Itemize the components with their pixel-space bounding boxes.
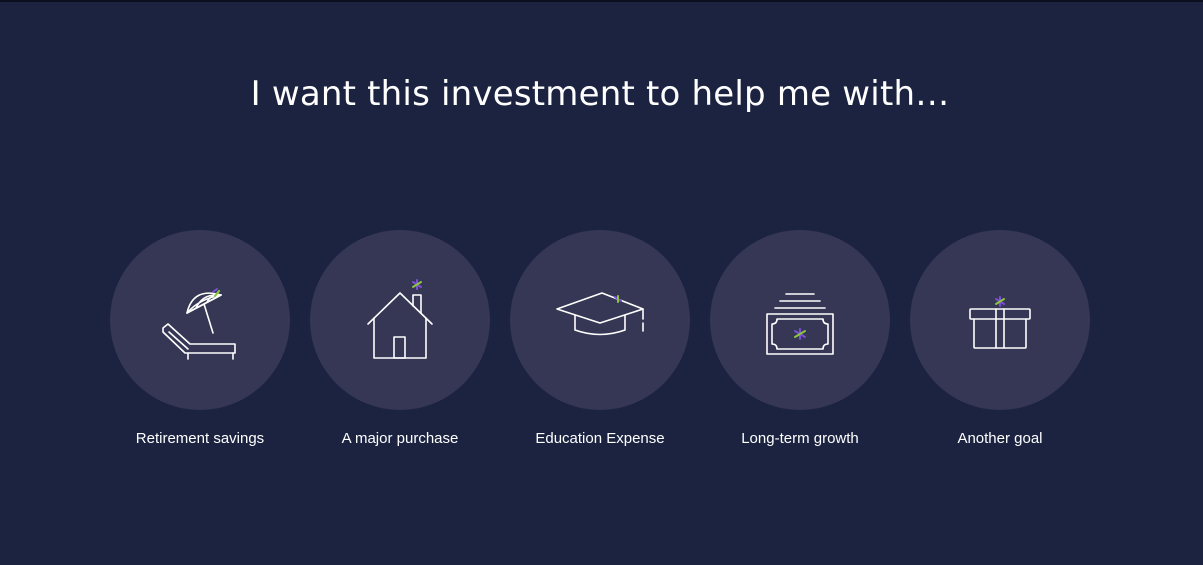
goal-label: Another goal bbox=[957, 430, 1043, 447]
money-bills-icon bbox=[766, 293, 834, 355]
goal-label: Retirement savings bbox=[135, 430, 265, 447]
house-icon bbox=[367, 279, 433, 359]
gift-box-icon bbox=[969, 296, 1031, 349]
graduation-cap-icon bbox=[556, 292, 644, 336]
goal-option-another-goal[interactable]: Another goal bbox=[910, 230, 1090, 447]
goal-option-education-expense[interactable]: Education Expense bbox=[510, 230, 690, 447]
goal-label: Long-term growth bbox=[741, 430, 859, 447]
goal-label: A major purchase bbox=[341, 430, 459, 447]
goal-circle[interactable] bbox=[510, 230, 690, 410]
goal-circle[interactable] bbox=[110, 230, 290, 410]
page-title: I want this investment to help me with… bbox=[250, 74, 950, 114]
goal-label: Education Expense bbox=[535, 430, 665, 447]
beach-chair-umbrella-icon bbox=[162, 288, 236, 360]
goal-option-retirement-savings[interactable]: Retirement savings bbox=[110, 230, 290, 447]
goal-circle[interactable] bbox=[710, 230, 890, 410]
goal-option-long-term-growth[interactable]: Long-term growth bbox=[710, 230, 890, 447]
goal-options-list: Retirement savings A major purchase Educ… bbox=[110, 230, 1090, 447]
goal-option-major-purchase[interactable]: A major purchase bbox=[310, 230, 490, 447]
goal-circle[interactable] bbox=[910, 230, 1090, 410]
goal-circle[interactable] bbox=[310, 230, 490, 410]
